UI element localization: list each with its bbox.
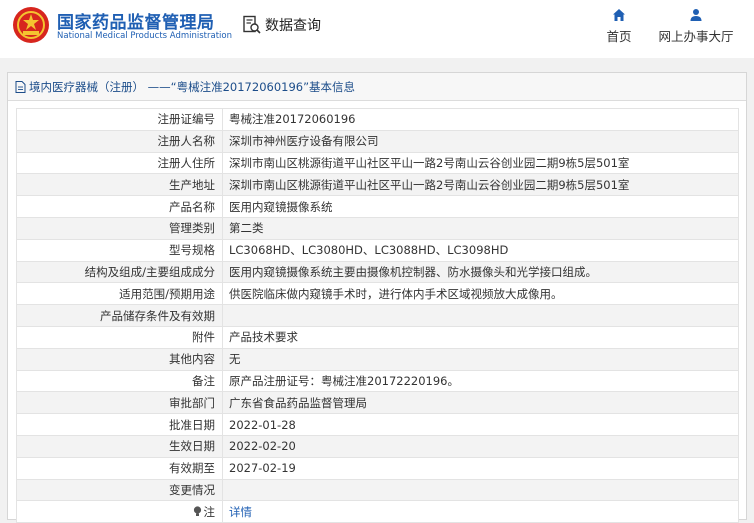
- site-header: 国家药品监督管理局 National Medical Products Admi…: [0, 0, 754, 58]
- nav-online-hall-label: 网上办事大厅: [658, 29, 734, 44]
- field-label: 批准日期: [16, 413, 223, 436]
- nav-home[interactable]: 首页: [604, 8, 634, 45]
- field-label: 适用范围/预期用途: [16, 282, 223, 306]
- national-emblem-icon: [13, 7, 49, 43]
- table-row: 生效日期 2022-02-20: [16, 434, 739, 458]
- document-icon: [15, 80, 26, 93]
- field-label: 产品储存条件及有效期: [16, 304, 223, 327]
- field-value: 2022-01-28: [222, 413, 739, 436]
- field-value: 2022-02-20: [222, 434, 739, 458]
- field-value: 医用内窥镜摄像系统主要由摄像机控制器、防水摄像头和光学接口组成。: [222, 260, 739, 284]
- field-label: 有效期至: [16, 456, 223, 480]
- table-row: 注册人名称 深圳市神州医疗设备有限公司: [16, 129, 739, 153]
- field-label: 审批部门: [16, 391, 223, 415]
- field-label: 注册人住所: [16, 151, 223, 175]
- field-value: [222, 304, 739, 327]
- field-label: 型号规格: [16, 238, 223, 262]
- table-row: 附件 产品技术要求: [16, 325, 739, 349]
- field-label: 注册证编号: [16, 108, 223, 131]
- field-value: 无: [222, 347, 739, 371]
- table-row: 审批部门 广东省食品药品监督管理局: [16, 391, 739, 415]
- table-row: 有效期至 2027-02-19: [16, 456, 739, 480]
- field-value: 深圳市神州医疗设备有限公司: [222, 129, 739, 153]
- table-row: 注册证编号 粤械注准20172060196: [16, 108, 739, 131]
- field-value: 2027-02-19: [222, 456, 739, 480]
- field-label: 变更情况: [16, 478, 223, 502]
- field-value: 第二类: [222, 216, 739, 240]
- device-info-table: 注册证编号 粤械注准20172060196 注册人名称 深圳市神州医疗设备有限公司 …: [16, 108, 739, 523]
- table-row: 注册人住所 深圳市南山区桃源街道平山社区平山一路2号南山云谷创业园二期9栋5层50…: [16, 151, 739, 175]
- details-link[interactable]: 详情: [229, 505, 252, 519]
- lightbulb-icon: [193, 506, 201, 516]
- panel-title: 境内医疗器械（注册） ——“粤械注准20172060196”基本信息: [29, 79, 356, 94]
- field-value: 深圳市南山区桃源街道平山社区平山一路2号南山云谷创业园二期9栋5层501室: [222, 151, 739, 175]
- field-label: 生产地址: [16, 173, 223, 197]
- field-value: LC3068HD、LC3080HD、LC3088HD、LC3098HD: [222, 238, 739, 262]
- field-value: 产品技术要求: [222, 325, 739, 349]
- user-icon: [690, 9, 702, 21]
- table-row: 管理类别 第二类: [16, 216, 739, 240]
- field-label: 结构及组成/主要组成成分: [16, 260, 223, 284]
- table-row: 注 详情: [16, 500, 739, 523]
- field-value: 医用内窥镜摄像系统: [222, 195, 739, 218]
- table-row: 备注 原产品注册证号：粤械注准20172220196。: [16, 369, 739, 393]
- field-value: 深圳市南山区桃源街道平山社区平山一路2号南山云谷创业园二期9栋5层501室: [222, 173, 739, 197]
- panel-title-bar: 境内医疗器械（注册） ——“粤械注准20172060196”基本信息: [8, 73, 746, 101]
- table-row: 其他内容无: [16, 347, 739, 371]
- site-name-en: National Medical Products Administration: [57, 31, 232, 41]
- field-label: 产品名称: [16, 195, 223, 218]
- info-panel: 境内医疗器械（注册） ——“粤械注准20172060196”基本信息 注册证编号…: [7, 72, 747, 523]
- nav-home-label: 首页: [606, 29, 632, 44]
- field-label: 管理类别: [16, 216, 223, 240]
- field-label: 备注: [16, 369, 223, 393]
- field-value: [222, 478, 739, 502]
- table-row: 结构及组成/主要组成成分 医用内窥镜摄像系统主要由摄像机控制器、防水摄像头和光学接…: [16, 260, 739, 284]
- data-query-link[interactable]: 数据查询: [242, 14, 321, 36]
- data-query-label: 数据查询: [265, 18, 321, 34]
- field-value: 广东省食品药品监督管理局: [222, 391, 739, 415]
- field-value: 供医院临床做内窥镜手术时，进行体内手术区域视频放大成像用。: [222, 282, 739, 306]
- note-value: 详情: [222, 500, 739, 523]
- table-row: 批准日期 2022-01-28: [16, 413, 739, 436]
- field-value: 粤械注准20172060196: [222, 108, 739, 131]
- field-label: 附件: [16, 325, 223, 349]
- table-row: 型号规格 LC3068HD、LC3080HD、LC3088HD、LC3098HD: [16, 238, 739, 262]
- field-label: 其他内容: [16, 347, 223, 371]
- field-label: 生效日期: [16, 434, 223, 458]
- table-row: 变更情况: [16, 478, 739, 502]
- table-row: 适用范围/预期用途 供医院临床做内窥镜手术时，进行体内手术区域视频放大成像用。: [16, 282, 739, 306]
- table-row: 产品储存条件及有效期: [16, 304, 739, 327]
- table-row: 生产地址 深圳市南山区桃源街道平山社区平山一路2号南山云谷创业园二期9栋5层501…: [16, 173, 739, 197]
- table-row: 产品名称 医用内窥镜摄像系统: [16, 195, 739, 218]
- document-search-icon: [243, 15, 261, 34]
- home-icon: [613, 9, 625, 21]
- field-label: 注册人名称: [16, 129, 223, 153]
- field-value: 原产品注册证号：粤械注准20172220196。: [222, 369, 739, 393]
- note-label-cell: 注: [16, 500, 223, 523]
- note-label: 注: [203, 504, 216, 519]
- nav-online-hall[interactable]: 网上办事大厅: [656, 8, 736, 45]
- site-name-cn[interactable]: 国家药品监督管理局: [57, 8, 215, 33]
